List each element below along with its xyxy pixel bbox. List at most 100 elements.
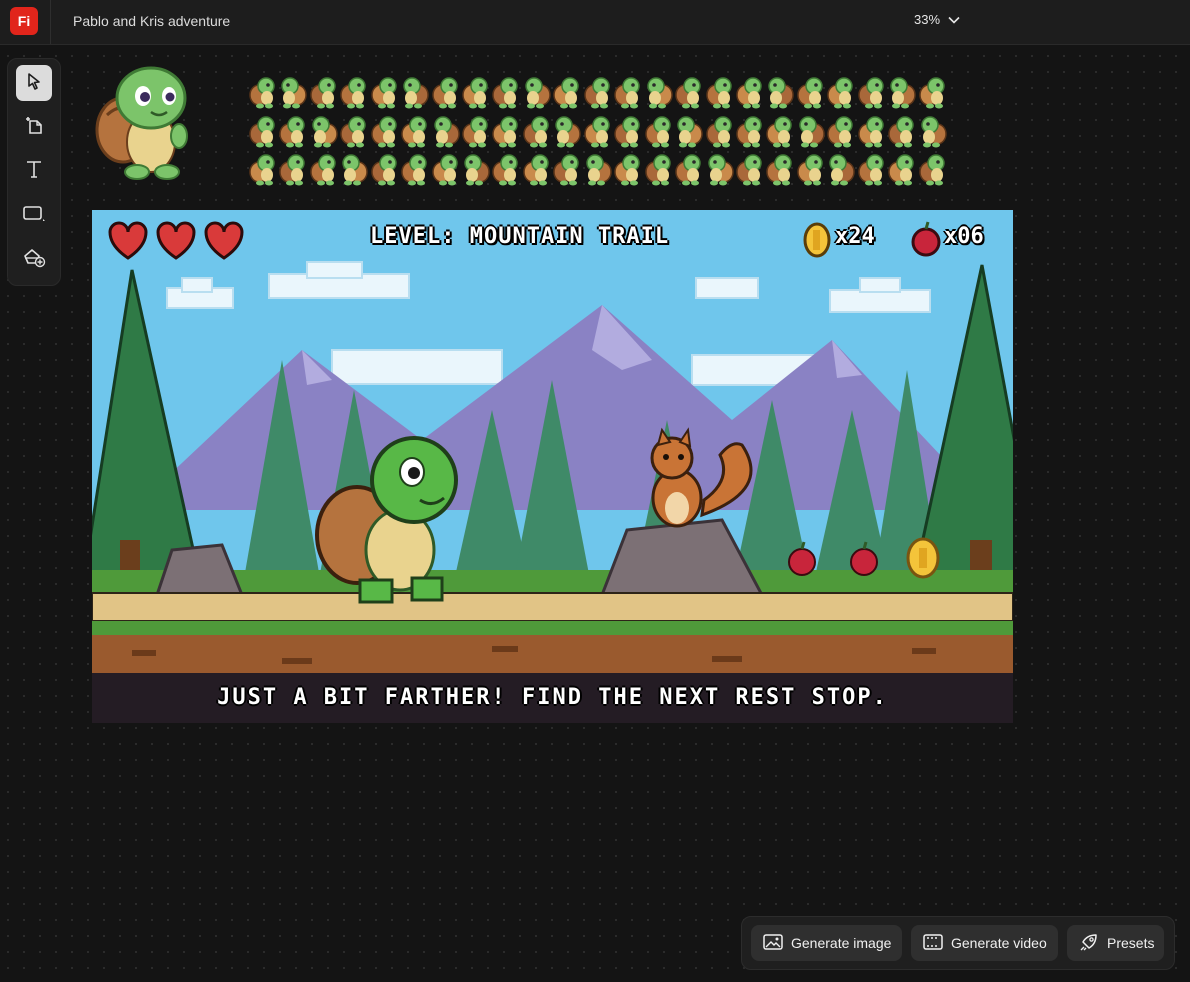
turtle-sprite-frame <box>309 151 339 187</box>
turtle-sprite-frame <box>491 113 521 149</box>
chevron-down-icon <box>948 12 960 27</box>
bucket-add-icon <box>22 246 46 273</box>
turtle-sprite-frame <box>278 151 308 187</box>
turtle-sprite-frame <box>674 113 704 149</box>
turtle-sprite-frame <box>278 74 308 110</box>
turtle-sprite-frame <box>370 74 400 110</box>
text-icon <box>24 159 44 184</box>
turtle-sprite-frame <box>400 74 430 110</box>
turtle-sprite-frame <box>522 151 552 187</box>
turtle-sprite-frame <box>918 74 948 110</box>
pointer-icon <box>24 71 44 96</box>
generate-fill-tool-button[interactable] <box>16 241 52 277</box>
select-tool-button[interactable] <box>16 65 52 101</box>
dialog-box: JUST A BIT FARTHER! FIND THE NEXT REST S… <box>92 673 1013 723</box>
turtle-sprite-frame <box>613 74 643 110</box>
turtle-sprite-frame <box>522 113 552 149</box>
turtle-sprite-frame <box>461 151 491 187</box>
turtle-sprite-frame <box>796 113 826 149</box>
turtle-sprite-frame <box>400 151 430 187</box>
turtle-sprite-frame <box>857 113 887 149</box>
turtle-sprite-frame <box>826 113 856 149</box>
top-bar: Fi Pablo and Kris adventure 33% <box>0 0 1190 45</box>
turtle-sprite-frame <box>522 74 552 110</box>
turtle-sprite-frame <box>339 151 369 187</box>
presets-label: Presets <box>1107 935 1155 951</box>
turtle-sprite-frame <box>248 74 278 110</box>
generate-video-button[interactable]: Generate video <box>911 925 1058 961</box>
document-title[interactable]: Pablo and Kris adventure <box>73 13 230 29</box>
turtle-sprite-frame <box>887 151 917 187</box>
artboard-icon <box>23 114 45 141</box>
dialog-text: JUST A BIT FARTHER! FIND THE NEXT REST S… <box>217 685 888 710</box>
turtle-sprite-frame <box>765 74 795 110</box>
turtle-sprite-frame <box>796 151 826 187</box>
turtle-sprite-frame <box>431 151 461 187</box>
game-scene-image[interactable]: LEVEL: MOUNTAIN TRAIL x24 x06 JUST A BIT… <box>92 210 1013 723</box>
turtle-sprite-frame <box>613 113 643 149</box>
turtle-sprite-frame <box>552 113 582 149</box>
artboard-tool-button[interactable] <box>16 109 52 145</box>
turtle-sprite-frame <box>461 113 491 149</box>
turtle-sprite-frame <box>491 74 521 110</box>
turtle-sprite-frame <box>857 74 887 110</box>
turtle-sprite-frame <box>339 74 369 110</box>
turtle-sprite-frame <box>705 151 735 187</box>
turtle-sprite-frame <box>705 113 735 149</box>
turtle-sprite-frame <box>765 113 795 149</box>
turtle-sprite-frame <box>431 74 461 110</box>
turtle-character-image[interactable] <box>93 60 203 185</box>
turtle-sprite-frame <box>552 151 582 187</box>
turtle-sprite-frame <box>674 74 704 110</box>
turtle-sprite-frame <box>461 74 491 110</box>
turtle-sprite-frame <box>583 74 613 110</box>
presets-button[interactable]: Presets <box>1067 925 1164 961</box>
turtle-sprite-frame <box>705 74 735 110</box>
turtle-sprite-frame <box>309 74 339 110</box>
turtle-sprite-frame <box>796 74 826 110</box>
turtle-sprite-frame <box>644 74 674 110</box>
turtle-sprite-frame <box>400 113 430 149</box>
turtle-sprite-frame <box>826 74 856 110</box>
turtle-sprite-frame <box>644 113 674 149</box>
text-tool-button[interactable] <box>16 153 52 189</box>
turtle-sprite-frame <box>370 113 400 149</box>
shape-tool-button[interactable] <box>16 197 52 233</box>
generate-action-bar: Generate image Generate video Presets <box>741 916 1175 970</box>
turtle-sprite-frame <box>309 113 339 149</box>
generate-image-button[interactable]: Generate image <box>751 925 902 961</box>
turtle-sprite-frame <box>857 151 887 187</box>
generate-video-label: Generate video <box>951 935 1047 951</box>
turtle-sprite-frame <box>583 113 613 149</box>
turtle-sprite-frame <box>491 151 521 187</box>
turtle-sprite-frame <box>826 151 856 187</box>
zoom-dropdown[interactable]: 33% <box>914 12 960 27</box>
turtle-sprite-frame <box>918 113 948 149</box>
apple-count: x06 <box>944 224 984 249</box>
turtle-sprite-frame <box>644 151 674 187</box>
rectangle-icon <box>22 203 46 228</box>
turtle-sprite-frame <box>583 151 613 187</box>
turtle-sprite-frame <box>248 113 278 149</box>
turtle-sprite-frame <box>887 113 917 149</box>
turtle-sprite-frame <box>735 74 765 110</box>
video-icon <box>923 933 943 953</box>
turtle-sprite-frame <box>552 74 582 110</box>
image-icon <box>763 933 783 953</box>
app-logo[interactable]: Fi <box>10 7 38 35</box>
generate-image-label: Generate image <box>791 935 892 951</box>
sprite-sheet-image[interactable] <box>248 74 948 188</box>
tool-palette <box>7 58 61 286</box>
turtle-sprite-frame <box>613 151 643 187</box>
zoom-label: 33% <box>914 12 941 27</box>
turtle-sprite-frame <box>735 113 765 149</box>
turtle-sprite-frame <box>674 151 704 187</box>
turtle-sprite-frame <box>765 151 795 187</box>
level-label: LEVEL: MOUNTAIN TRAIL <box>370 224 670 249</box>
turtle-sprite-frame <box>278 113 308 149</box>
turtle-sprite-frame <box>248 151 278 187</box>
coin-count: x24 <box>835 224 875 249</box>
turtle-sprite-frame <box>887 74 917 110</box>
turtle-sprite-frame <box>370 151 400 187</box>
turtle-sprite-frame <box>339 113 369 149</box>
